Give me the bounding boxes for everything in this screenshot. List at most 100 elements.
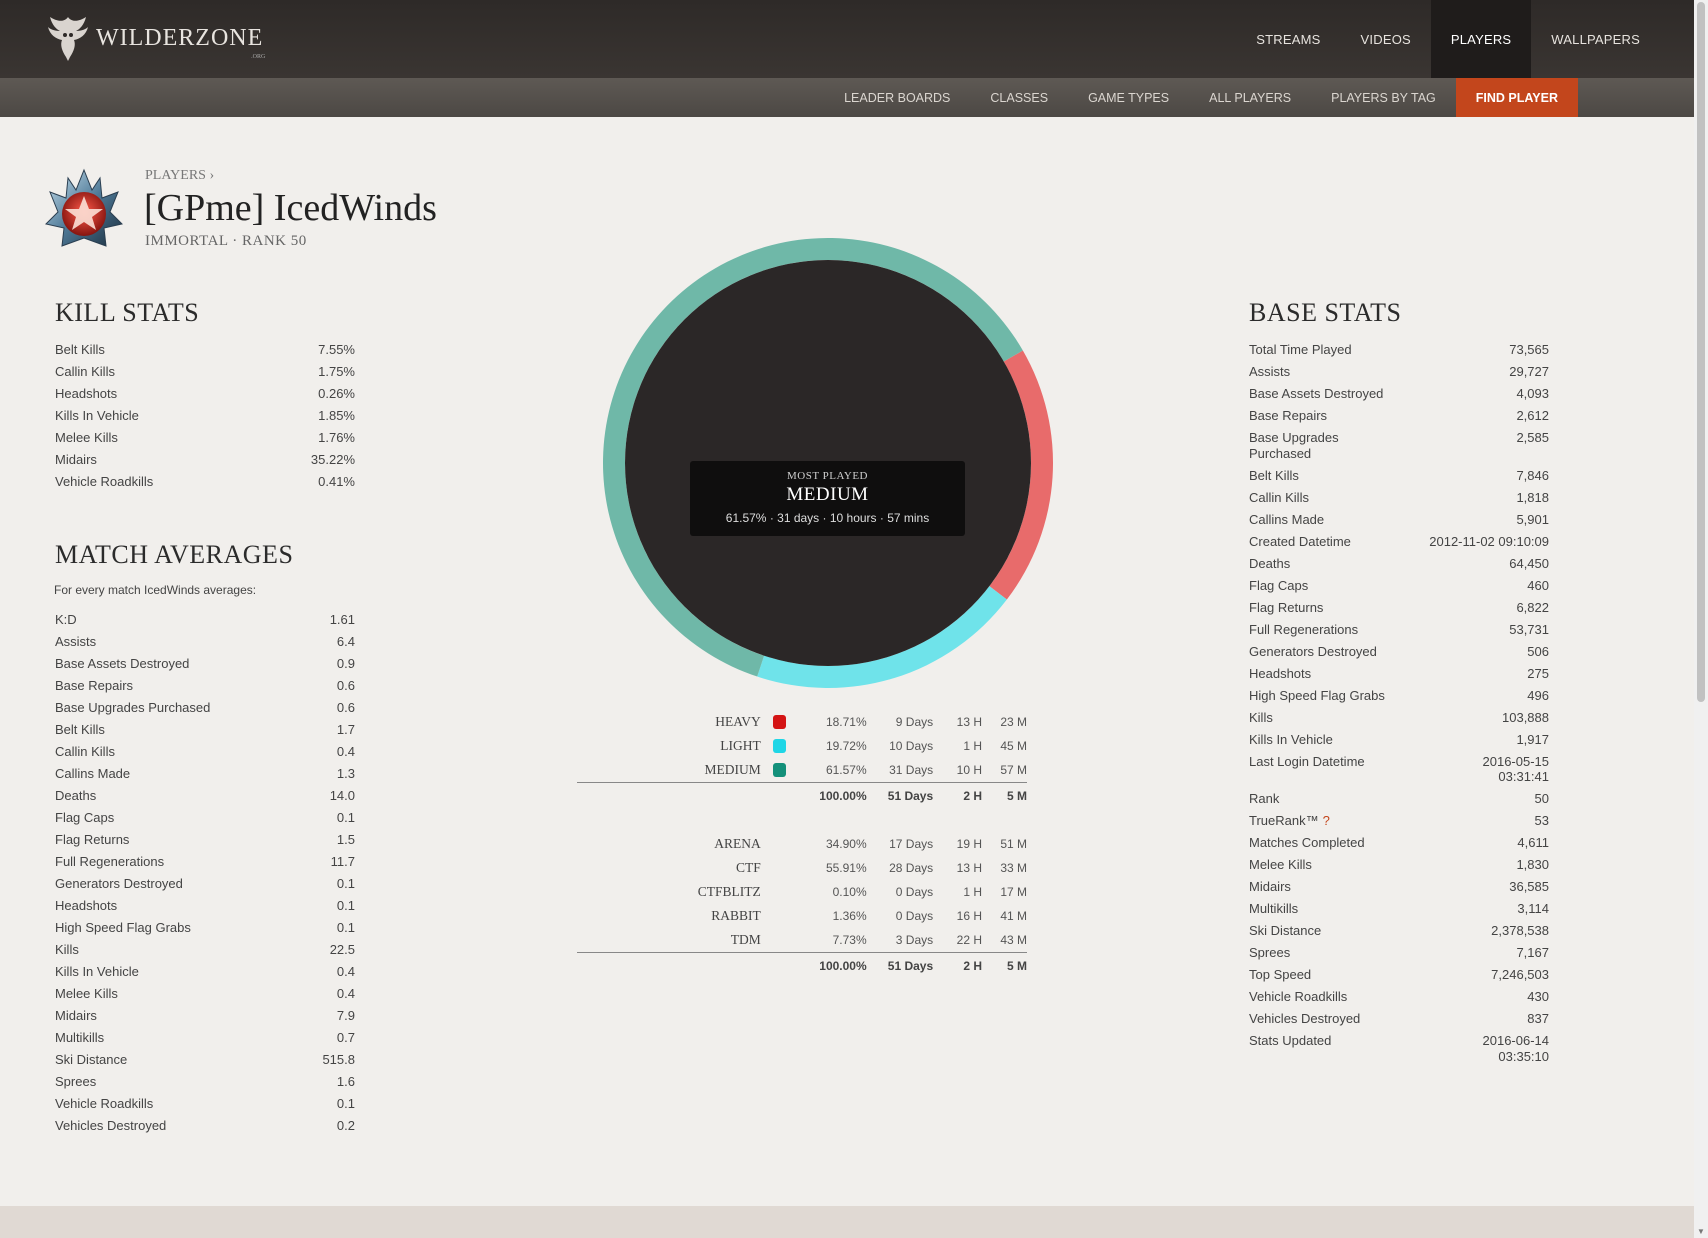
gametype-days: 0 Days	[895, 885, 934, 899]
stat-value: 7,246,503	[1491, 967, 1549, 982]
stat-label-text: Deaths	[1249, 555, 1291, 571]
match-average-row: Sprees 1.6	[55, 1074, 355, 1090]
stat-label: Callin Kills	[1249, 490, 1319, 506]
nav-videos[interactable]: VIDEOS	[1341, 0, 1431, 78]
class-days: 9 Days	[895, 715, 934, 729]
subnav-find-player[interactable]: FIND PLAYER	[1455, 78, 1578, 117]
stat-label: Belt Kills	[55, 722, 115, 738]
subnav-game-types[interactable]: GAME TYPES	[1068, 78, 1189, 117]
class-mins: 23 M	[1000, 715, 1027, 729]
gametype-mins: 51 M	[1000, 837, 1027, 851]
stat-value: 0.1	[336, 810, 355, 825]
logo-text: WILDERZONE .ORG	[96, 24, 266, 60]
match-average-row: High Speed Flag Grabs 0.1	[55, 920, 355, 936]
subnav-classes[interactable]: CLASSES	[970, 78, 1068, 117]
kill-stat-row: Headshots 0.26%	[55, 386, 355, 402]
scroll-down-arrow-icon[interactable]: ▼	[1697, 1227, 1705, 1236]
nav-streams[interactable]: STREAMS	[1236, 0, 1340, 78]
stat-value: 4,093	[1516, 386, 1549, 401]
stat-label: Flag Caps	[1249, 578, 1318, 594]
stat-label: Vehicle Roadkills	[1249, 989, 1357, 1005]
stat-label-text: Belt Kills	[55, 722, 105, 737]
gametype-days: 3 Days	[895, 933, 934, 947]
stat-value: 0.2	[336, 1118, 355, 1133]
stat-label: Rank	[1249, 791, 1289, 807]
stat-value: 0.1	[336, 876, 355, 891]
stat-value: 0.4	[336, 986, 355, 1001]
match-average-row: Headshots 0.1	[55, 898, 355, 914]
base-stats-list: Total Time Played 73,565 Assists 29,727 Base…	[1249, 342, 1549, 1071]
class-days: 10 Days	[889, 739, 934, 753]
total-hours: 2 H	[963, 789, 983, 803]
scrollbar-thumb[interactable]	[1697, 2, 1705, 702]
gametype-pct: 1.36%	[832, 909, 867, 923]
match-average-row: Flag Returns 1.5	[55, 832, 355, 848]
site-logo[interactable]: WILDERZONE .ORG	[46, 12, 266, 64]
match-average-row: Vehicle Roadkills 0.1	[55, 1096, 355, 1112]
stat-label-text: Full Regenerations	[1249, 621, 1359, 637]
gametype-days: 17 Days	[889, 837, 934, 851]
stat-value: 35.22%	[310, 452, 355, 467]
stat-label: Full Regenerations	[55, 854, 174, 870]
stat-label-text: Matches Completed	[1249, 835, 1365, 850]
base-stat-row: Flag Returns 6,822	[1249, 600, 1549, 616]
nav-players[interactable]: PLAYERS	[1430, 0, 1532, 78]
stat-label-text: Top Speed	[1249, 967, 1312, 982]
stat-label: Assists	[55, 634, 106, 650]
stat-label: Top Speed	[1249, 967, 1321, 983]
stat-value: 6,822	[1516, 599, 1549, 615]
stat-label: Callins Made	[1249, 512, 1334, 528]
stat-label-text: Headshots	[1249, 665, 1312, 681]
stat-label-text: Callin Kills	[55, 364, 115, 379]
base-stat-row: Base Assets Destroyed 4,093	[1249, 386, 1549, 402]
stat-label-text: Callins Made	[55, 766, 131, 781]
gametype-hours: 22 H	[956, 933, 983, 947]
class-pct: 18.71%	[825, 715, 867, 729]
class-name: LIGHT	[720, 738, 761, 753]
page-title: [GPme] IcedWinds	[144, 187, 437, 229]
stat-label: Headshots	[1249, 666, 1321, 682]
stat-label-text: Melee Kills	[55, 986, 118, 1001]
stat-value: 50	[1534, 791, 1549, 806]
page-scrollbar[interactable]: ▼	[1694, 0, 1708, 1238]
stat-value: 2012-11-02 09:10:09	[1429, 533, 1549, 549]
base-stat-row: Callin Kills 1,818	[1249, 490, 1549, 506]
stat-label-text: Kills In Vehicle	[55, 408, 139, 423]
stat-value: 837	[1527, 1011, 1549, 1026]
gametype-time-table: ARENA 34.90% 17 Days 19 H 51 M CTF 55.91% 28 Da…	[577, 832, 1027, 979]
stat-label: Belt Kills	[55, 342, 115, 358]
class-hours: 1 H	[963, 739, 983, 753]
subnav-players-by-tag[interactable]: PLAYERS BY TAG	[1311, 78, 1456, 117]
stat-value: 1.5	[336, 832, 355, 847]
match-average-row: Vehicles Destroyed 0.2	[55, 1118, 355, 1134]
stat-label: Generators Destroyed	[55, 876, 193, 892]
stat-label-text: Total Time Played	[1249, 342, 1352, 357]
stat-label-text: Base Repairs	[55, 678, 134, 693]
stat-label: Flag Returns	[55, 832, 139, 848]
class-hours: 13 H	[956, 715, 983, 729]
stat-value: 1,818	[1516, 489, 1549, 505]
breadcrumb[interactable]: PLAYERS ›	[145, 168, 214, 184]
stat-value: 29,727	[1509, 364, 1549, 379]
nav-wallpapers[interactable]: WALLPAPERS	[1531, 0, 1660, 78]
stat-label: Generators Destroyed	[1249, 644, 1387, 660]
subnav-all-players[interactable]: ALL PLAYERS	[1189, 78, 1311, 117]
match-average-row: Base Repairs 0.6	[55, 678, 355, 694]
base-stat-row: Deaths 64,450	[1249, 556, 1549, 572]
stat-label-text: Base Assets Destroyed	[55, 656, 190, 671]
subnav-leader-boards[interactable]: LEADER BOARDS	[824, 78, 970, 117]
stat-label: Flag Caps	[55, 810, 124, 826]
base-stat-row: Base Upgrades Purchased 2,585	[1249, 430, 1549, 461]
stat-value: 4,611	[1517, 835, 1549, 850]
match-average-row: Full Regenerations 11.7	[55, 854, 355, 870]
match-average-row: Kills In Vehicle 0.4	[55, 964, 355, 980]
total-pct: 100.00%	[819, 789, 867, 803]
stat-label-text: High Speed Flag Grabs	[55, 920, 191, 935]
help-icon[interactable]: ?	[1323, 813, 1330, 828]
stat-value: 3,114	[1517, 901, 1549, 916]
stat-label: High Speed Flag Grabs	[1249, 688, 1395, 704]
total-mins: 5 M	[1006, 959, 1027, 973]
total-hours: 2 H	[963, 959, 983, 973]
stat-label-text: Sprees	[1249, 945, 1291, 960]
stat-label: Base Assets Destroyed	[55, 656, 199, 672]
